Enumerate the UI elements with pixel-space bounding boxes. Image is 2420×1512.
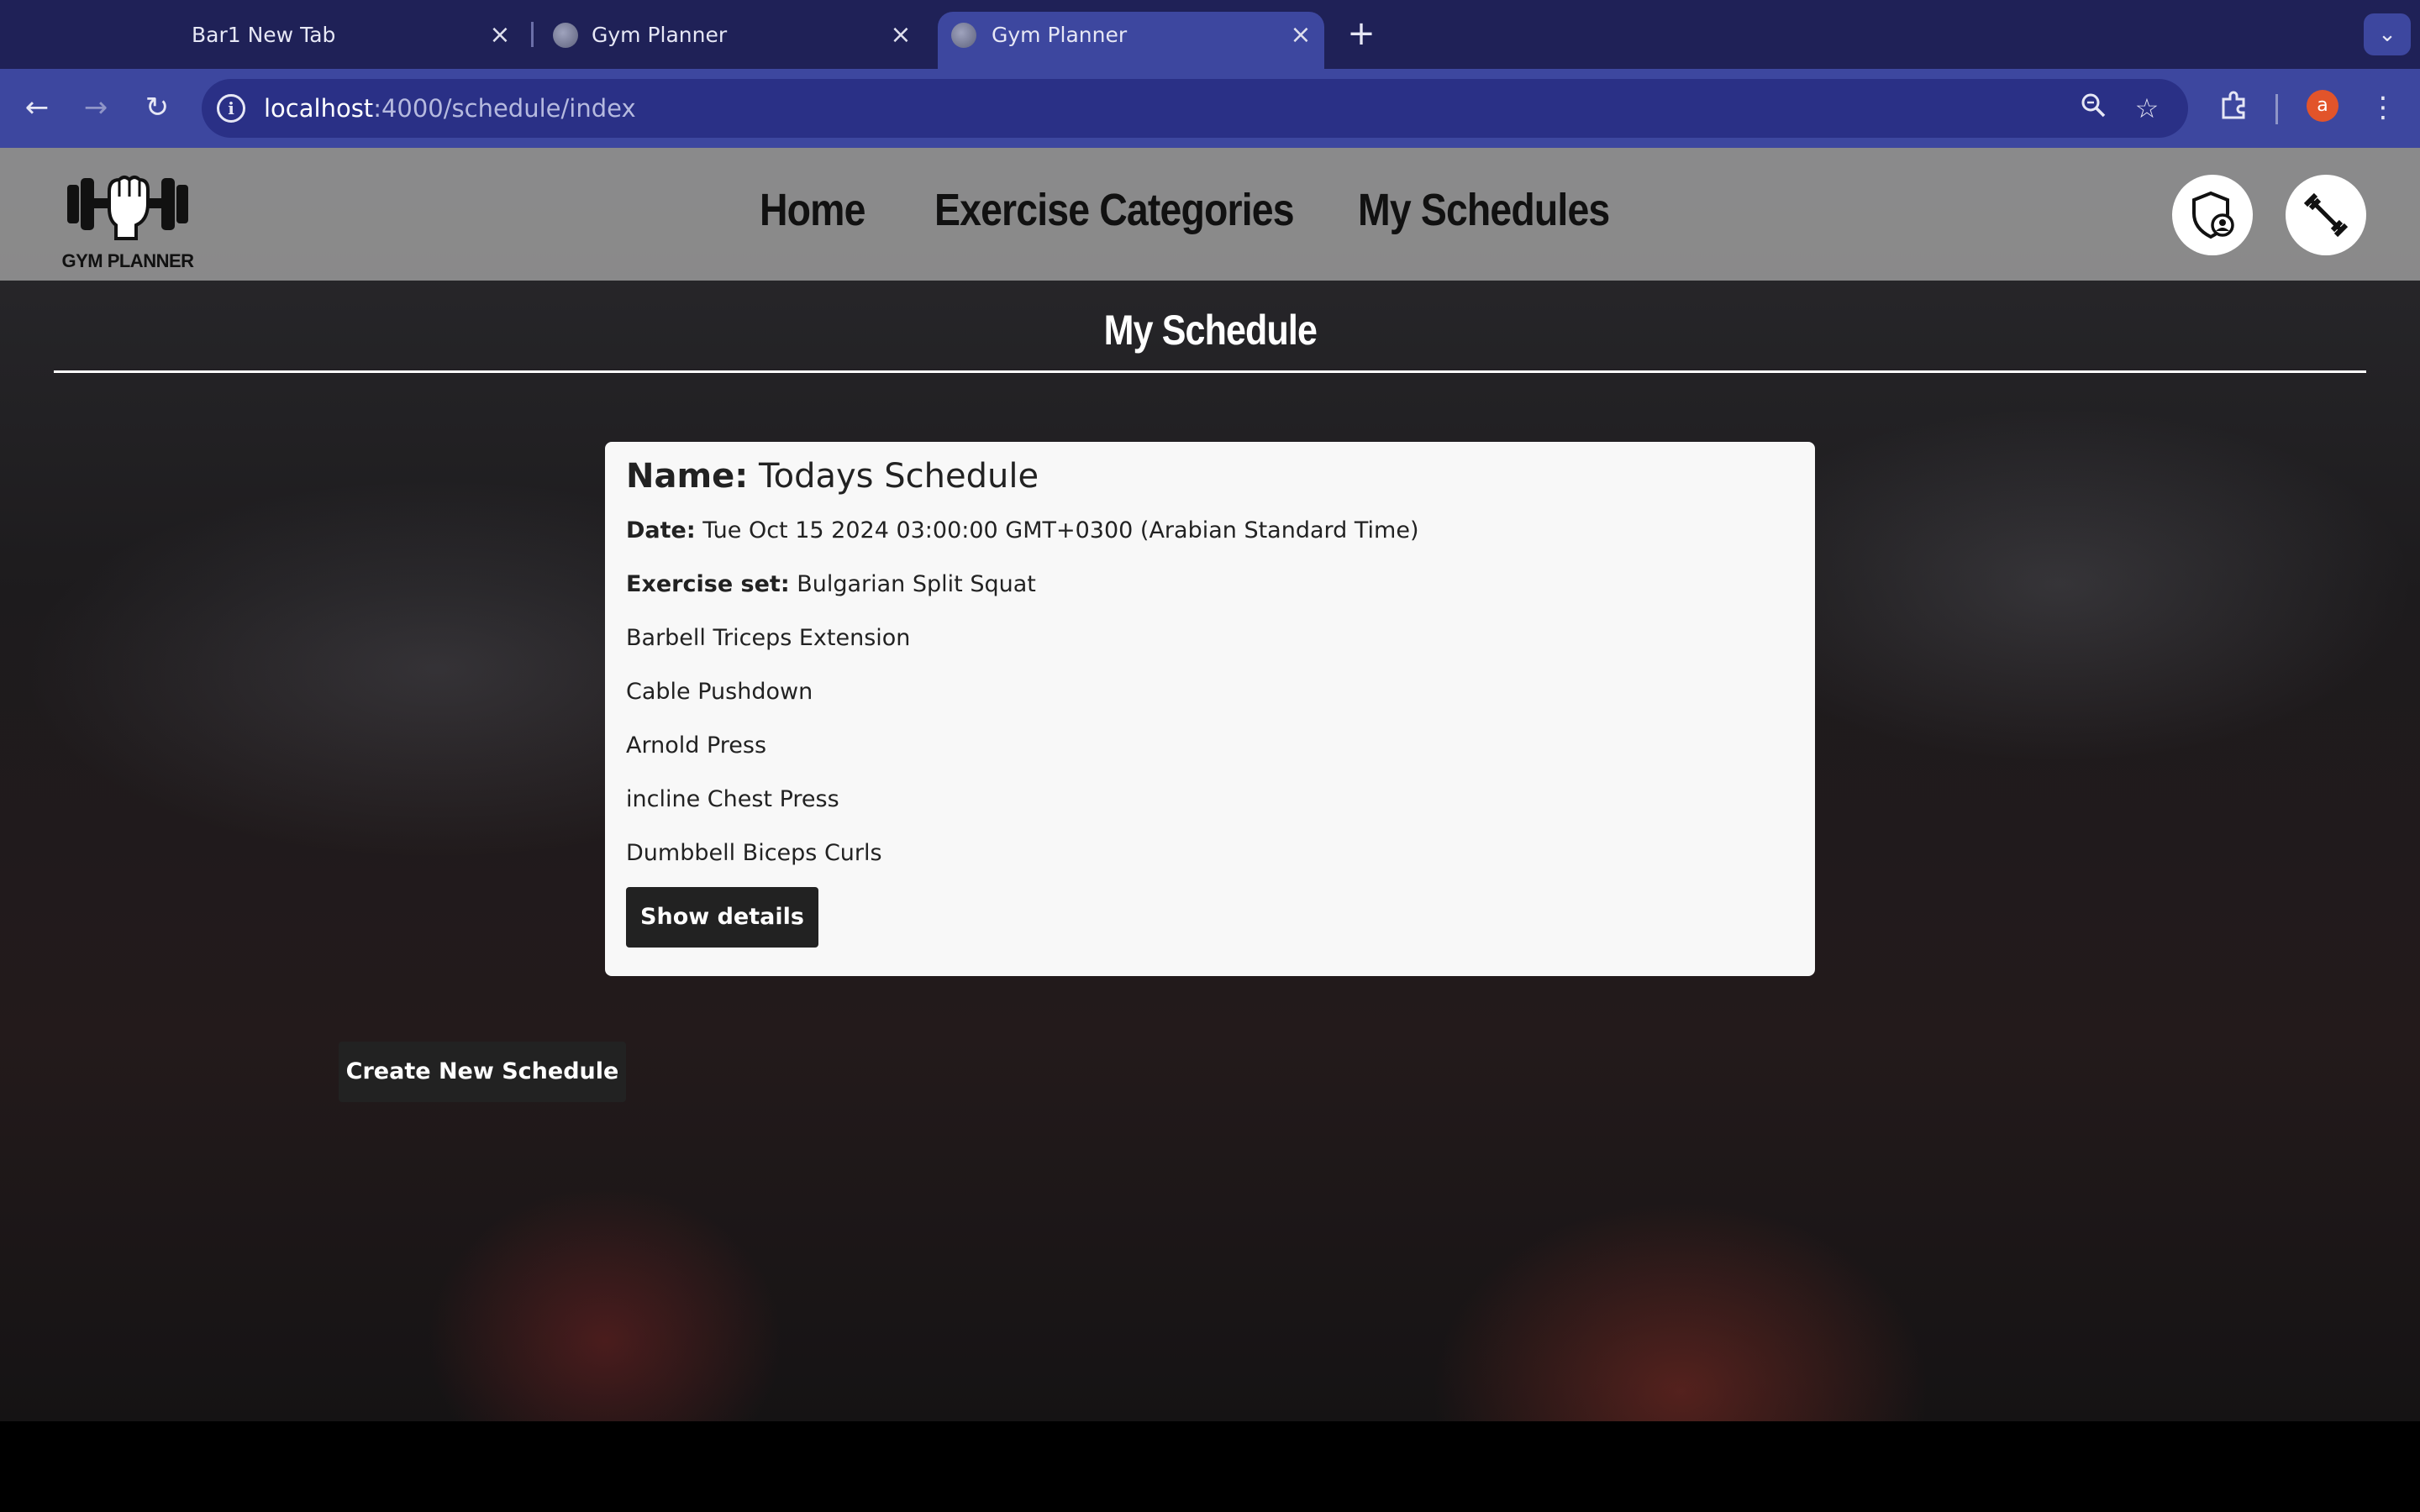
tab-title: Bar1 New Tab	[192, 23, 336, 47]
url-path: :4000/schedule/index	[373, 94, 636, 123]
info-icon[interactable]: i	[217, 94, 245, 123]
page-title: My Schedule	[0, 306, 2420, 354]
title-divider	[54, 370, 2366, 373]
forward-arrow-icon[interactable]: →	[76, 87, 116, 128]
tab-title: Gym Planner	[592, 23, 728, 47]
address-bar[interactable]: i localhost:4000/schedule/index ☆	[202, 79, 2188, 138]
dumbbell-fist-icon	[67, 176, 188, 240]
exercise-item: Barbell Triceps Extension	[626, 625, 911, 651]
nav-home[interactable]: Home	[760, 176, 865, 244]
dumbbell-icon	[2303, 192, 2349, 238]
chevron-down-icon[interactable]: ⌄	[2364, 13, 2411, 55]
schedule-date-label: Date:	[626, 517, 696, 543]
exercise-set-label: Exercise set:	[626, 571, 790, 597]
create-new-schedule-button[interactable]: Create New Schedule	[339, 1042, 626, 1102]
schedule-name-value: Todays Schedule	[759, 457, 1039, 496]
workout-button[interactable]	[2286, 175, 2366, 255]
admin-button[interactable]	[2172, 175, 2253, 255]
profile-avatar[interactable]: a	[2307, 90, 2338, 122]
nav-exercise-categories[interactable]: Exercise Categories	[934, 176, 1295, 244]
browser-tab-strip: Bar1 New Tab × Gym Planner × Gym Planner…	[0, 0, 2420, 69]
browser-tab-active[interactable]: Gym Planner ×	[938, 12, 1324, 69]
logo-text: GYM PLANNER	[61, 250, 194, 271]
shield-user-icon	[2192, 191, 2234, 239]
page-bottom-bar	[0, 1421, 2420, 1512]
globe-icon	[951, 23, 976, 48]
star-icon[interactable]: ☆	[2129, 91, 2165, 126]
schedule-card: Name: Todays Schedule Date: Tue Oct 15 2…	[605, 442, 1815, 976]
close-icon[interactable]: ×	[1286, 12, 1316, 58]
reload-icon[interactable]: ↻	[137, 87, 177, 128]
more-vertical-icon[interactable]: ⋮	[2363, 87, 2403, 128]
show-details-button[interactable]: Show details	[626, 887, 818, 948]
nav-my-schedules[interactable]: My Schedules	[1358, 176, 1610, 244]
extensions-icon[interactable]	[2213, 87, 2254, 128]
page-title-text: My Schedule	[1103, 307, 1317, 354]
exercise-item: Arnold Press	[626, 732, 767, 759]
plus-icon[interactable]: +	[1344, 13, 1378, 55]
exercise-item: Dumbbell Biceps Curls	[626, 840, 882, 866]
browser-tab[interactable]: Bar1 New Tab ×	[0, 12, 538, 69]
url-text[interactable]: localhost:4000/schedule/index	[264, 79, 636, 138]
gym-planner-logo[interactable]: GYM PLANNER	[60, 166, 195, 271]
site-header: GYM PLANNER Home Exercise Categories My …	[0, 148, 2420, 281]
schedule-date-value: Tue Oct 15 2024 03:00:00 GMT+0300 (Arabi…	[702, 517, 1419, 543]
url-host: localhost	[264, 94, 374, 123]
schedule-name: Name: Todays Schedule	[626, 457, 1039, 496]
page-background: GYM PLANNER Home Exercise Categories My …	[0, 148, 2420, 1421]
exercise-set: Exercise set: Bulgarian Split Squat	[626, 571, 1036, 597]
schedule-date: Date: Tue Oct 15 2024 03:00:00 GMT+0300 …	[626, 517, 1418, 543]
schedule-name-label: Name:	[626, 457, 749, 496]
exercise-item: Cable Pushdown	[626, 679, 813, 705]
browser-tab[interactable]: Gym Planner ×	[538, 12, 936, 69]
close-icon[interactable]: ×	[886, 12, 916, 58]
tab-separator	[531, 22, 534, 47]
browser-toolbar: ← → ↻ i localhost:4000/schedule/index ☆ …	[0, 69, 2420, 148]
back-arrow-icon[interactable]: ←	[17, 87, 57, 128]
tab-title: Gym Planner	[992, 23, 1128, 47]
globe-icon	[553, 23, 578, 48]
toolbar-divider	[2275, 94, 2278, 124]
close-icon[interactable]: ×	[485, 12, 515, 58]
exercise-item: Bulgarian Split Squat	[797, 571, 1036, 597]
zoom-icon[interactable]	[2075, 91, 2111, 126]
exercise-item: incline Chest Press	[626, 786, 839, 812]
